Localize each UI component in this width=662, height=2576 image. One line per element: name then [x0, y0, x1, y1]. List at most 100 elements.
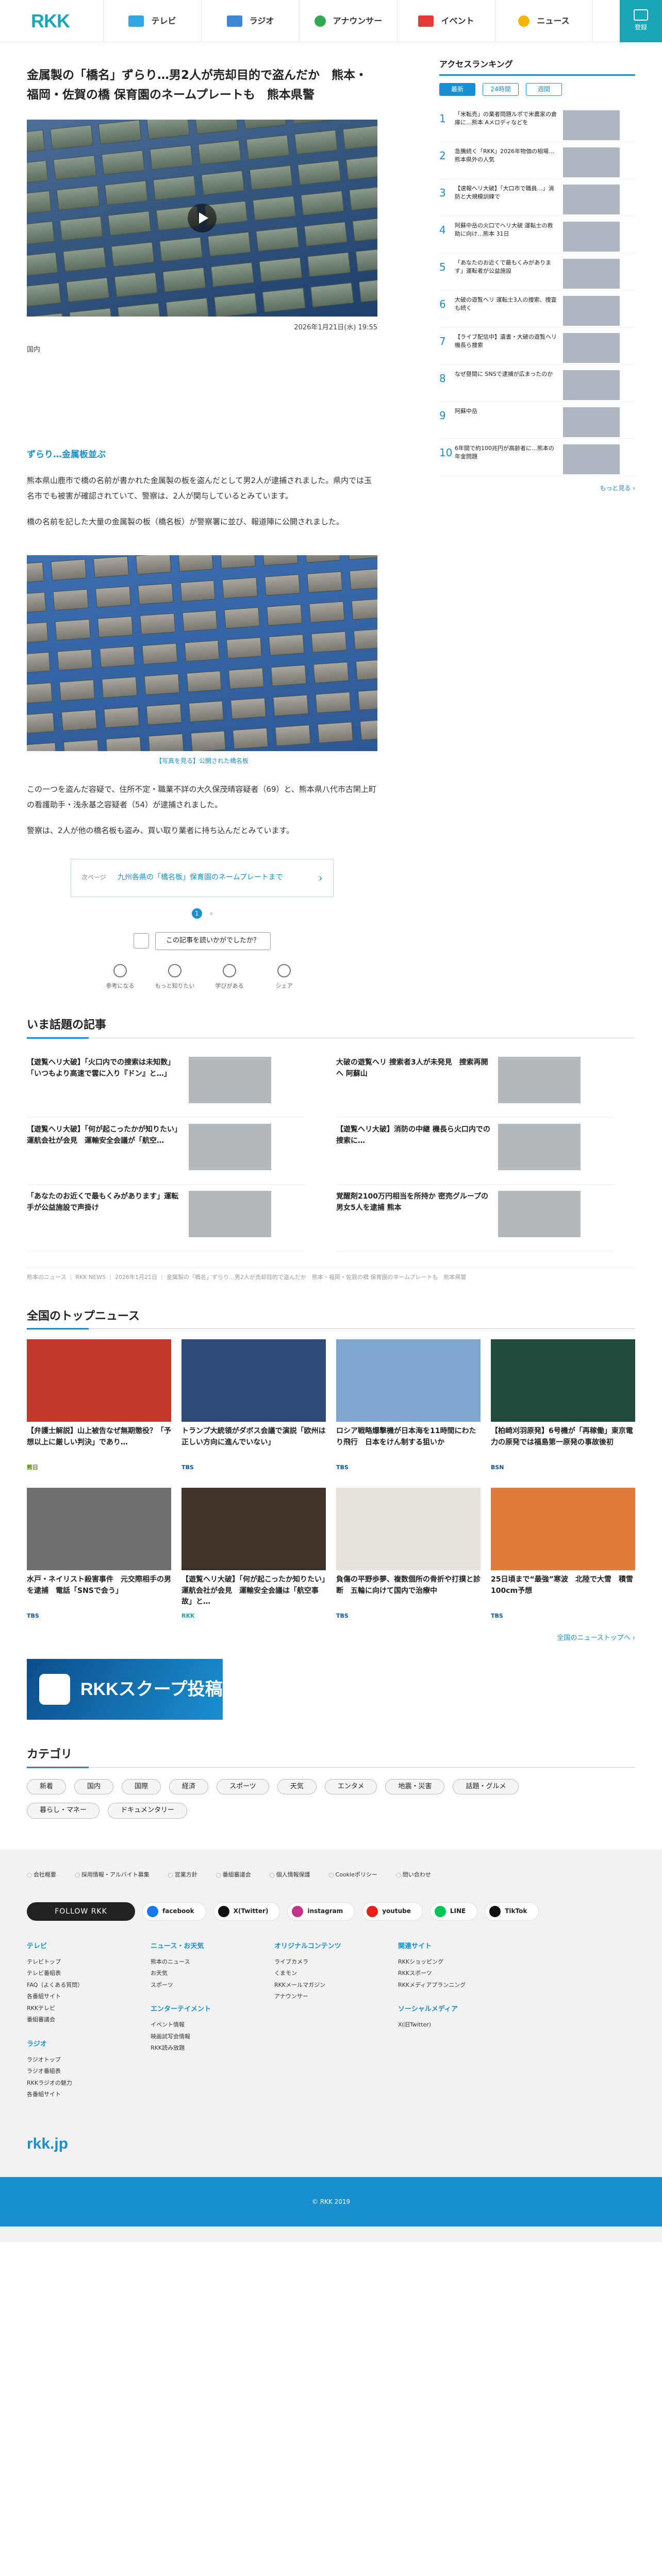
copyright: © RKK 2019 [0, 2176, 662, 2226]
nav-event[interactable]: イベント [397, 0, 495, 42]
follow-label: FOLLOW RKK [27, 1902, 135, 1921]
category-chip[interactable]: 国内 [74, 1779, 114, 1795]
thumbnail [189, 1056, 271, 1103]
thumbnail [336, 1339, 481, 1422]
reaction-helpful[interactable]: 参考になる [100, 963, 141, 991]
footer-link[interactable]: 個人情報保護 [270, 1870, 310, 1880]
ranking-item[interactable]: 8 なぜ昼間に SNSで逮捕が広まったのか [439, 365, 635, 402]
category-chip[interactable]: 暮らし・マネー [27, 1803, 100, 1819]
site-logo[interactable]: RKK [0, 6, 103, 36]
tab-latest[interactable]: 最新 [439, 82, 475, 96]
ranking-item[interactable]: 2 急騰続く「RKK」2026年物価の相場…熊本県外の人気 [439, 142, 635, 179]
reaction-share[interactable]: シェア [263, 963, 305, 991]
register-button[interactable]: 登録 [620, 0, 662, 42]
photo-caption[interactable]: 【写真を見る】公開された橋名板 [27, 756, 377, 766]
footer-link[interactable]: 会社概要 [27, 1870, 56, 1880]
article-tag[interactable]: 国内 [27, 345, 377, 356]
top-news-item[interactable]: トランプ大統領がダボス会議で演説「欧州は正しい方向に進んでいない」 TBS [181, 1339, 326, 1472]
tiktok-link[interactable]: TikTok [485, 1902, 539, 1921]
wadai-item[interactable]: 覚醒剤2100万円相当を所持か 密売グループの男女5人を逮捕 熊本 [336, 1185, 615, 1252]
ranking-item[interactable]: 1 「米転売」の業者問題ルポで米農家の倉庫に…熊本 Aメロディなどを [439, 105, 635, 142]
nav-tv[interactable]: テレビ [103, 0, 201, 42]
ranking-item[interactable]: 3 【速報ヘリ大破】「大口市で職員…」消防と大規模訓練で [439, 179, 635, 217]
reaction-more[interactable]: もっと知りたい [154, 963, 195, 991]
wadai-item[interactable]: 「あなたのお近くで最もくみがあります」運転手が公益施設で声掛け [27, 1185, 305, 1252]
wadai-item[interactable]: 【遊覧ヘリ大破】「何が起こったかが知りたい」運航会社が会見 運輸安全会議が「航空… [27, 1118, 305, 1185]
facebook-link[interactable]: facebook [142, 1902, 206, 1921]
scoop-banner[interactable]: RKKスクープ投稿 [27, 1659, 223, 1720]
section-heading: ずらり…金属板並ぶ [27, 450, 106, 460]
thumbnail [181, 1487, 326, 1570]
pagination: 1 › [27, 908, 377, 919]
news-icon [518, 15, 530, 27]
category-chip[interactable]: 地震・災害 [385, 1779, 445, 1795]
tab-weekly[interactable]: 週間 [526, 82, 562, 96]
top-news-item[interactable]: 水戸・ネイリスト殺害事件 元交際相手の男を逮捕 電話「SNSで会う」 TBS [27, 1487, 171, 1621]
line-link[interactable]: LINE [429, 1902, 478, 1921]
footer-link[interactable]: Cookieポリシー [329, 1870, 377, 1880]
category-chip[interactable]: ドキュメンタリー [108, 1803, 188, 1819]
page-next[interactable]: › [210, 910, 213, 917]
category-list: 新着 国内 国際 経済 スポーツ 天気 エンタメ 地震・災害 話題・グルメ 暮ら… [27, 1779, 532, 1819]
play-icon[interactable] [188, 203, 217, 232]
tv-icon [128, 15, 144, 27]
top-news-item[interactable]: 負傷の平野歩夢、複数個所の骨折や打撲と診断 五輪に向けて国内で治療中 TBS [336, 1487, 481, 1621]
top-news-item[interactable]: ロシア戦略爆撃機が日本海を11時間にわたり飛行 日本をけん制する狙いか TBS [336, 1339, 481, 1472]
thumbnail [181, 1339, 326, 1422]
top-news-item[interactable]: 【柏崎刈羽原発】6号機が「再稼働」東京電力の原発では福島第一原発の事故後初 BSN [491, 1339, 635, 1472]
hero-video[interactable] [27, 119, 377, 317]
thumbnail [563, 258, 620, 289]
thumbnail [498, 1190, 581, 1237]
source-label: TBS [336, 1464, 349, 1471]
ranking-item[interactable]: 10 6年間で約100兆円が高齢者に…熊本の年金問題 [439, 439, 635, 476]
x-link[interactable]: X(Twitter) [213, 1902, 280, 1921]
thumbnail [563, 147, 620, 177]
next-page-label: 次ページ [81, 874, 106, 882]
youtube-link[interactable]: youtube [362, 1902, 423, 1921]
top-news-item[interactable]: 【遊覧ヘリ大破】「何が起こったか知りたい」運航会社が会見 運輸安全会議は「航空事… [181, 1487, 326, 1621]
nav-announcer[interactable]: アナウンサー [299, 0, 397, 42]
footer-link[interactable]: 番組審議会 [216, 1870, 251, 1880]
page-current[interactable]: 1 [191, 908, 202, 919]
category-chip[interactable]: 国際 [122, 1779, 161, 1795]
top-news-item[interactable]: 【弁護士解説】山上被告なぜ無期懲役？「予想以上に厳しい判決」であり… 熊日 [27, 1339, 171, 1472]
social-links: FOLLOW RKK facebook X(Twitter) instagram… [27, 1902, 635, 1921]
ranking-more-link[interactable]: もっと見る › [439, 484, 635, 493]
category-heading: カテゴリ [27, 1746, 635, 1768]
wadai-item[interactable]: 大破の遊覧ヘリ 捜索者3人が未発見 捜索再開へ 阿蘇山 [336, 1051, 615, 1118]
reaction-question: この記事を読いかがでしたか？ [133, 932, 271, 950]
top-news-more-link[interactable]: 全国のニューストップへ › [27, 1633, 635, 1644]
reaction-box: この記事を読いかがでしたか？ 参考になる もっと知りたい 学びがある シェア [27, 932, 377, 990]
ranking-item[interactable]: 4 阿蘇中岳の火口でヘリ大破 運転士の救助に向け…熊本 31日 [439, 217, 635, 254]
category-chip[interactable]: 経済 [169, 1779, 209, 1795]
category-chip[interactable]: 天気 [277, 1779, 317, 1795]
breadcrumb[interactable]: 熊本のニュース ｜ RKK NEWS ｜ 2026年1月21日 ｜ 金属製の「橋… [27, 1267, 635, 1282]
article-date: 2026年1月21日(水) 19:55 [294, 323, 377, 331]
instagram-link[interactable]: instagram [287, 1902, 355, 1921]
ranking-item[interactable]: 5 「あなたのお近くで最もくみがあります」運転者が公益施設 [439, 254, 635, 291]
wadai-item[interactable]: 【遊覧ヘリ大破】消防の中継 機長ら火口内での捜索に… [336, 1118, 615, 1185]
next-page-link[interactable]: 次ページ 九州各県の「橋名板」保育園のネームプレートまで › [71, 858, 334, 897]
nav-radio[interactable]: ラジオ [201, 0, 299, 42]
article-photo[interactable] [27, 555, 377, 751]
footer-link[interactable]: 問い合わせ [396, 1870, 431, 1880]
radio-icon [226, 15, 242, 27]
ranking-tabs: 最新 24時間 週間 [439, 82, 635, 96]
nav-news[interactable]: ニュース [495, 0, 593, 42]
wadai-item[interactable]: 【遊覧ヘリ大破】「火口内での捜索は未知数」「いつもより高速で雲に入り『ドン』と…… [27, 1051, 305, 1118]
reaction-learn[interactable]: 学びがある [209, 963, 250, 991]
ranking-item[interactable]: 6 大破の遊覧ヘリ 運転士3人の捜索、捜査も続く [439, 291, 635, 328]
ranking-item[interactable]: 7 【ライブ配信中】遺書・大破の遊覧ヘリ機長ら捜索 [439, 328, 635, 365]
footer-link[interactable]: 営業方針 [168, 1870, 197, 1880]
search-icon [168, 963, 181, 977]
category-chip[interactable]: スポーツ [217, 1779, 269, 1795]
tab-24h[interactable]: 24時間 [483, 82, 519, 96]
category-chip[interactable]: 話題・グルメ [453, 1779, 519, 1795]
top-news-item[interactable]: 25日頃まで“最強”寒波 北陸で大雪 積雪100cm予想 TBS [491, 1487, 635, 1621]
footer-logo[interactable]: rkk.jp [27, 2132, 635, 2156]
paragraph: この一つを盗んだ容疑で、住所不定・職業不詳の大久保茂晴容疑者（69）と、熊本県八… [27, 784, 376, 809]
category-chip[interactable]: エンタメ [324, 1779, 377, 1795]
category-chip[interactable]: 新着 [27, 1779, 67, 1795]
footer-link[interactable]: 採用情報・アルバイト募集 [75, 1870, 150, 1880]
ranking-item[interactable]: 9 阿蘇中岳 [439, 402, 635, 439]
